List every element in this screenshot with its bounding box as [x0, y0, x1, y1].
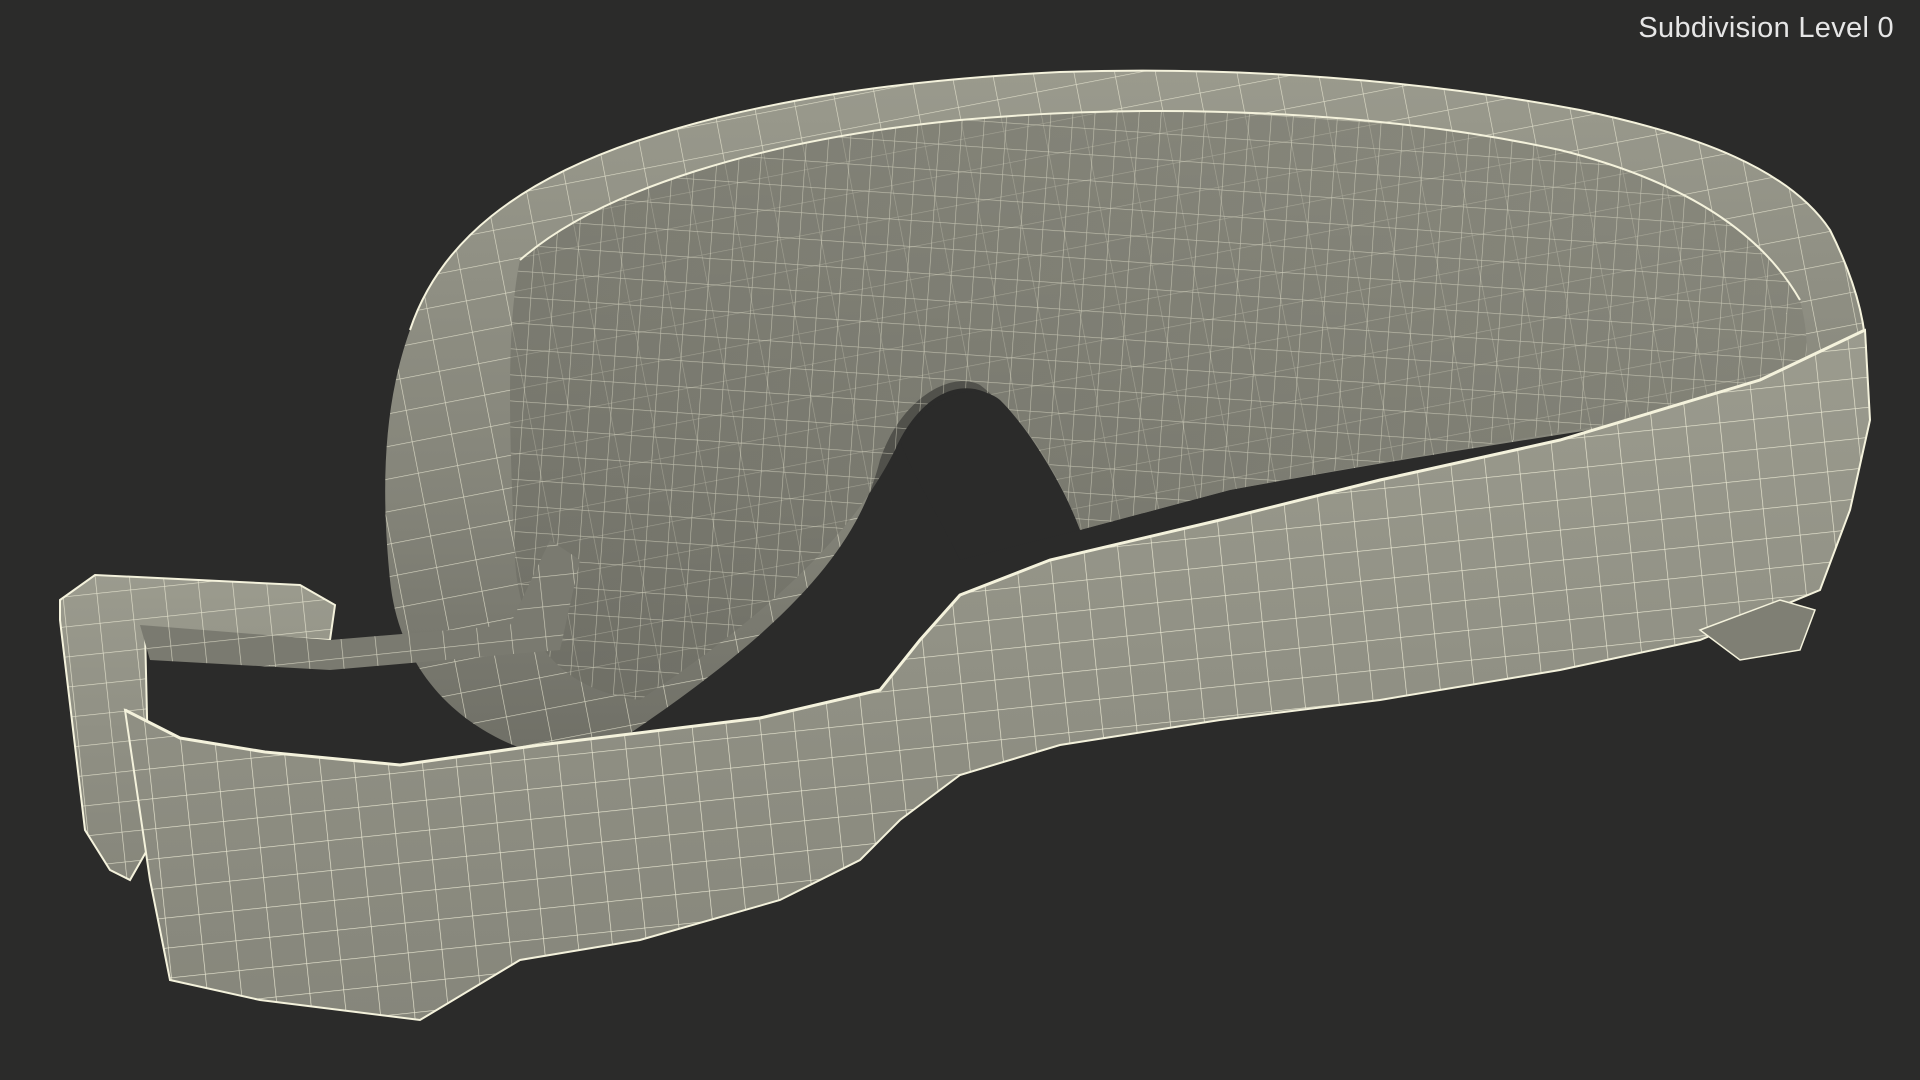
3d-viewport[interactable]: Subdivision Level 0: [0, 0, 1920, 1080]
sleep-mask-wireframe-model: [59, 69, 1872, 1022]
subdivision-level-label: Subdivision Level 0: [1638, 12, 1894, 44]
